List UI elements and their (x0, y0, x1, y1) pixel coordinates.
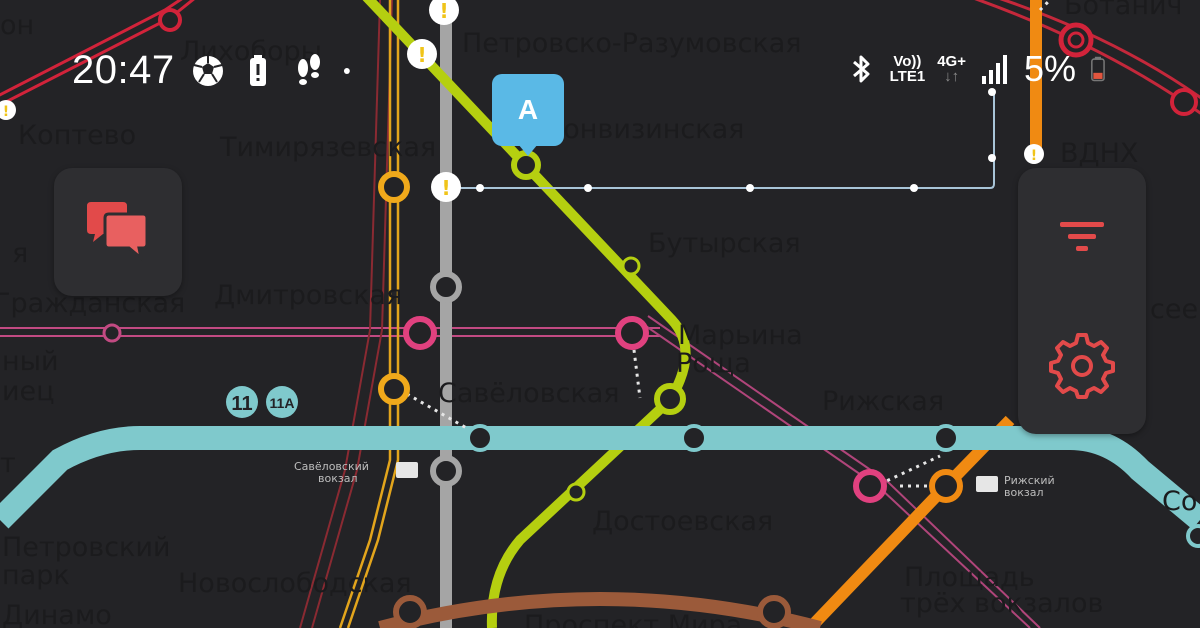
svg-text:!: ! (1031, 148, 1037, 164)
station-label-small: вокзал (318, 472, 357, 485)
network-type-indicator: 4G+ ↓↑ (937, 53, 966, 85)
station-label: Новослободская (178, 568, 412, 599)
station-dot-lime-3 (654, 383, 686, 415)
chat-button[interactable] (54, 168, 182, 296)
bluetooth-icon (852, 55, 870, 83)
station-dot-teal-3 (932, 424, 960, 452)
status-right: Vo)) LTE1 4G+ ↓↑ 5% (844, 48, 1114, 90)
station-dot-brown-1 (393, 595, 427, 628)
station-label: сеев (1150, 294, 1200, 325)
station-dot-orange-1 (929, 469, 963, 503)
alert-icon: ! (431, 172, 461, 202)
station-dot-red-2 (102, 323, 122, 343)
status-bar: 20:47 Vo)) LTE1 4G+ ↓↑ 5% (0, 40, 1200, 100)
station-dot-teal-1 (466, 424, 494, 452)
station-label: Петровский (2, 532, 170, 563)
filter-button[interactable] (1018, 172, 1146, 300)
alert-icon: ! (1024, 144, 1044, 164)
station-dot-teal-2 (680, 424, 708, 452)
station-dot-pink-1 (403, 316, 437, 350)
footsteps-icon (297, 53, 320, 85)
dot-icon (343, 67, 350, 74)
volte-indicator: Vo)) LTE1 (889, 53, 926, 85)
station-label-small: вокзал (1004, 486, 1043, 499)
svg-text:!: ! (3, 104, 9, 120)
station-label: Динамо (2, 600, 112, 628)
station-label: Ботанич (1064, 0, 1182, 21)
signal-icon (981, 55, 1007, 84)
battery-alert-icon (249, 54, 266, 86)
station-dot-lime-4 (566, 482, 586, 502)
station-dot-yellow-2 (378, 373, 410, 405)
station-label: трёх вокзалов (900, 588, 1103, 619)
svg-text:!: ! (439, 0, 448, 23)
gear-icon (1049, 333, 1115, 399)
station-dot-red-1 (158, 8, 182, 32)
station-label: Дмитровская (214, 280, 402, 311)
station-label: т (0, 448, 16, 479)
settings-button[interactable] (1018, 302, 1146, 430)
station-label: парк (2, 560, 70, 591)
marker-tail (518, 144, 538, 156)
station-label: Бутырская (648, 228, 801, 259)
station-label: Фонвизинская (540, 114, 744, 145)
badge-11a: 11А (270, 395, 295, 411)
battery-percent: 5% (1023, 48, 1076, 89)
station-dot-lime-1 (511, 150, 541, 180)
station-label: Роща (676, 348, 751, 379)
station-label: Марьина (678, 320, 803, 351)
chat-bubbles-icon (87, 202, 149, 262)
station-dot-yellow-1 (378, 171, 410, 203)
station-label: Тимирязевская (219, 132, 436, 163)
station-label: ВДНХ (1060, 138, 1138, 169)
station-dot-teal-edge (1186, 524, 1200, 548)
station-label: ный (2, 346, 59, 377)
station-label: Коптево (18, 120, 136, 151)
filter-icon (1060, 222, 1104, 251)
station-label: Достоевская (592, 506, 773, 537)
status-time: 20:47 (72, 48, 175, 92)
status-left: 20:47 (72, 48, 361, 93)
station-label: Савёловская (438, 378, 620, 409)
station-label: Проспект Мира (524, 610, 742, 628)
station-label: я (12, 238, 28, 269)
station-label: Рижская (822, 386, 944, 417)
football-icon (192, 55, 223, 86)
badge-11: 11 (231, 393, 252, 415)
station-dot-pink-2 (615, 316, 649, 350)
station-dot-grey-1 (430, 271, 462, 303)
station-label: Со (1162, 486, 1197, 517)
station-dot-grey-2 (430, 455, 462, 487)
svg-text:!: ! (441, 176, 450, 200)
station-label: иец (2, 376, 55, 407)
station-dot-lime-2 (621, 256, 641, 276)
station-label: он (0, 10, 34, 41)
map-controls-panel (1018, 168, 1146, 434)
battery-low-icon (1091, 56, 1105, 82)
station-dot-pink-3 (853, 469, 887, 503)
station-dot-brown-2 (757, 595, 791, 628)
